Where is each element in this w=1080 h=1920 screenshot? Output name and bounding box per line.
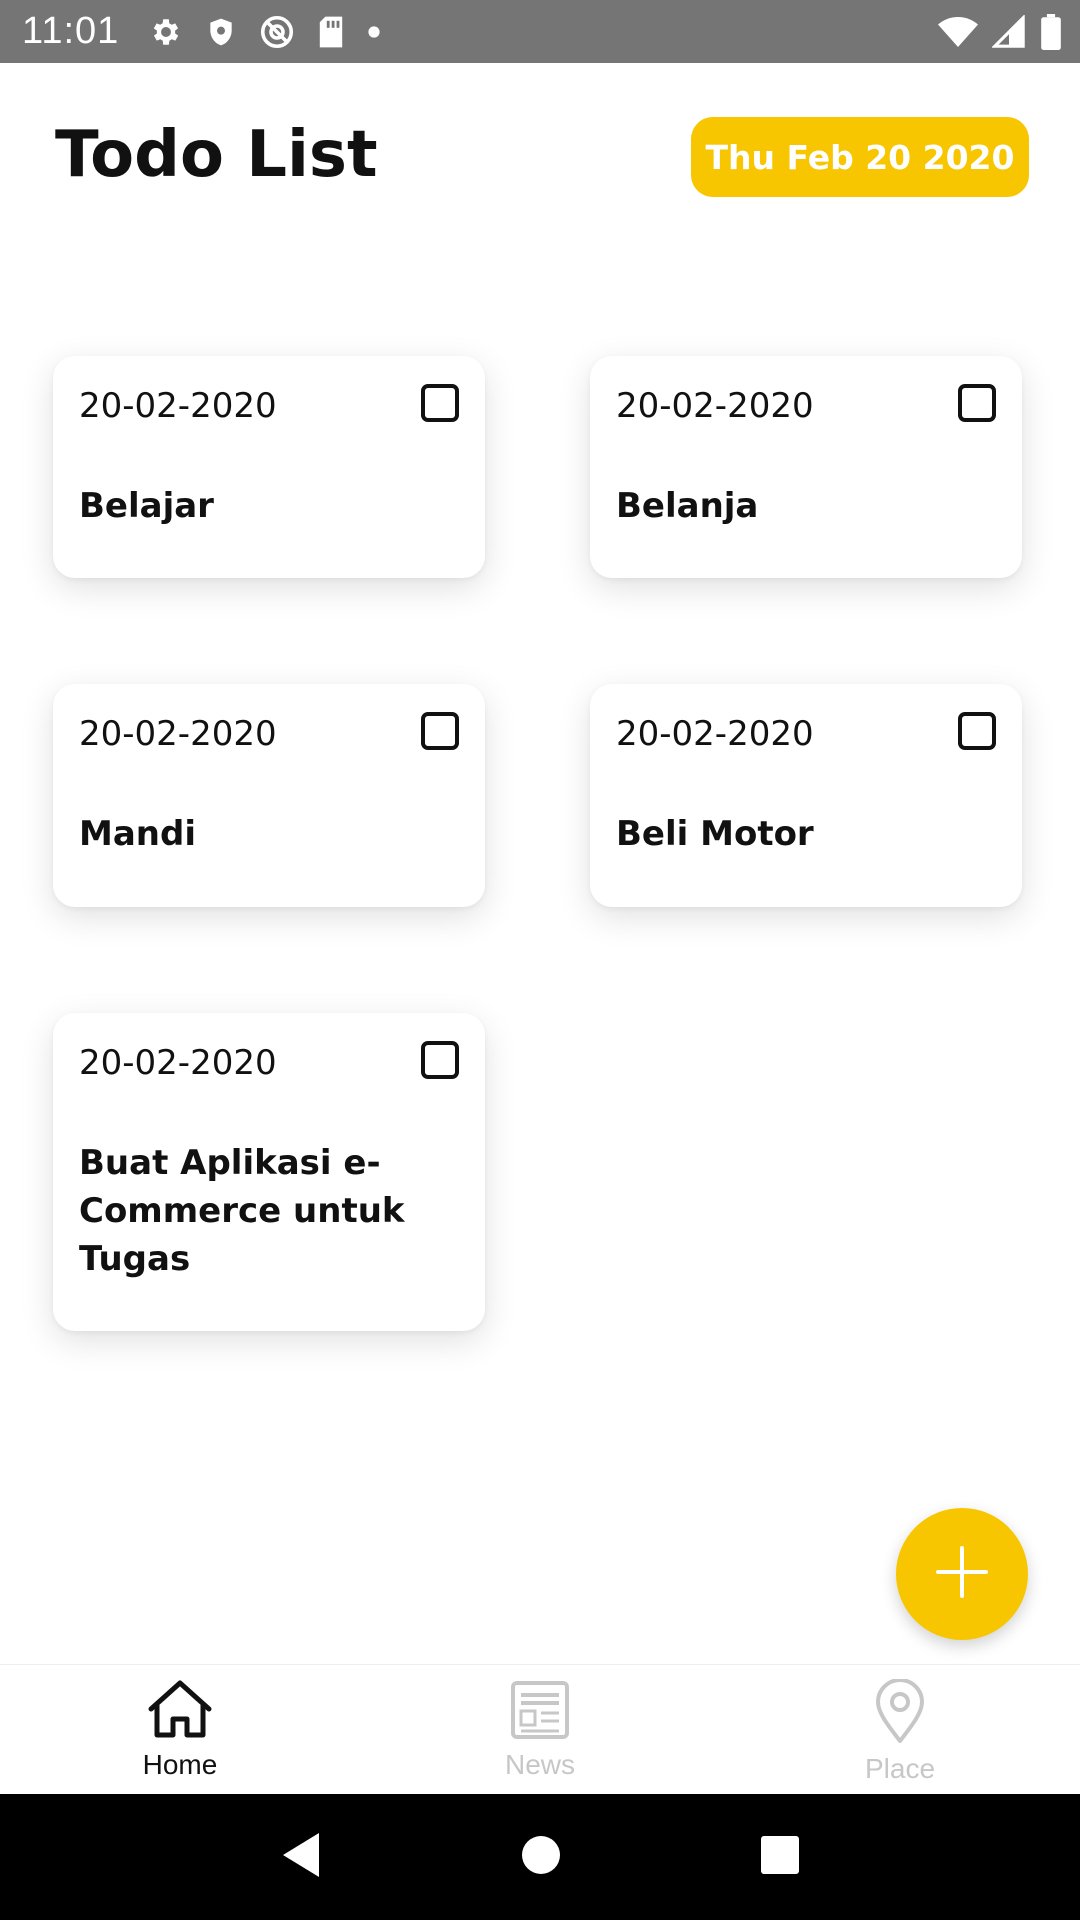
todo-card[interactable]: 20-02-2020 Buat Aplikasi e-Commerce untu… (53, 1013, 485, 1331)
wifi-icon (938, 16, 978, 48)
system-navigation-bar (0, 1794, 1080, 1920)
plus-icon (936, 1546, 988, 1602)
todo-date: 20-02-2020 (79, 714, 277, 754)
todo-checkbox[interactable] (421, 712, 459, 750)
recents-icon[interactable] (759, 1834, 801, 1880)
settings-icon (149, 15, 183, 49)
location-pin-icon (872, 1678, 928, 1749)
date-chip[interactable]: Thu Feb 20 2020 (691, 117, 1029, 197)
todo-date: 20-02-2020 (616, 386, 814, 426)
todo-date: 20-02-2020 (616, 714, 814, 754)
home-icon (145, 1679, 215, 1745)
nav-label-news: News (504, 1749, 575, 1780)
todo-card[interactable]: 20-02-2020 Belanja (590, 356, 1022, 578)
dot-icon (367, 25, 381, 39)
todo-title: Beli Motor (616, 814, 814, 854)
page-title: Todo List (55, 118, 378, 192)
todo-title: Buat Aplikasi e-Commerce untuk Tugas (79, 1143, 405, 1279)
battery-icon (1040, 13, 1062, 50)
at-sign-icon (259, 14, 295, 50)
nav-item-place[interactable]: Place (720, 1665, 1080, 1794)
status-bar: 11:01 (0, 0, 1080, 63)
nav-item-news[interactable]: News (360, 1665, 720, 1794)
todo-date: 20-02-2020 (79, 1043, 277, 1083)
nav-label-place: Place (864, 1753, 936, 1784)
todo-title: Mandi (79, 814, 196, 854)
bottom-navigation: Home News Place (0, 1664, 1080, 1794)
todo-checkbox[interactable] (421, 384, 459, 422)
todo-title: Belajar (79, 486, 214, 526)
todo-card[interactable]: 20-02-2020 Mandi (53, 684, 485, 907)
nav-item-home[interactable]: Home (0, 1665, 360, 1794)
news-icon (509, 1679, 571, 1745)
sd-card-icon (317, 15, 345, 49)
signal-icon (992, 14, 1026, 49)
todo-title: Belanja (616, 486, 759, 526)
todo-date: 20-02-2020 (79, 386, 277, 426)
nav-label-home: Home (142, 1749, 218, 1780)
todo-checkbox[interactable] (958, 384, 996, 422)
status-time: 11:01 (22, 10, 120, 52)
home-circle-icon[interactable] (520, 1834, 562, 1880)
todo-card[interactable]: 20-02-2020 Beli Motor (590, 684, 1022, 907)
back-icon[interactable] (279, 1831, 323, 1883)
todo-card[interactable]: 20-02-2020 Belajar (53, 356, 485, 578)
todo-checkbox[interactable] (421, 1041, 459, 1079)
add-todo-button[interactable] (896, 1508, 1028, 1640)
shield-icon (205, 15, 237, 49)
todo-checkbox[interactable] (958, 712, 996, 750)
